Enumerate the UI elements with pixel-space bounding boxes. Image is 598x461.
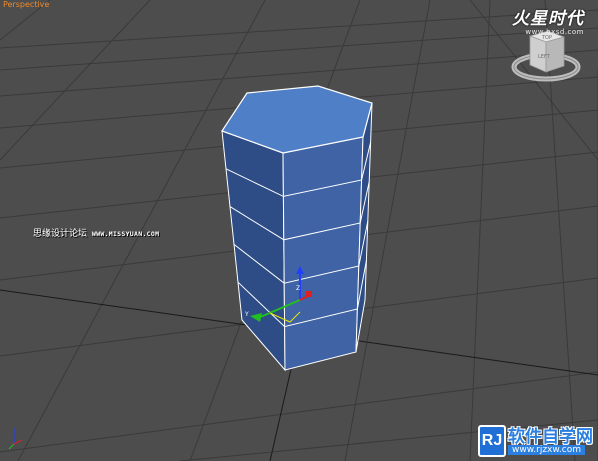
watermark-rjzxw-url: www.rjzxw.com [508, 445, 585, 455]
hexagonal-prism-object[interactable] [221, 85, 373, 372]
grid-line [469, 0, 491, 461]
viewcube[interactable]: TOPLEFT [511, 30, 581, 82]
watermark-hxsd-brand: 火星时代 [512, 9, 584, 29]
watermark-hxsd: 火星时代 www.hxsd.com [512, 4, 584, 36]
watermark-rjzxw: RJ 软件自学网 www.rjzxw.com [478, 422, 596, 458]
gizmo-z-label: Z [296, 285, 300, 292]
watermark-missyuan: 思缘设计论坛 WWW.MISSYUAN.COM [33, 226, 159, 239]
gizmo-y-label: Y [244, 311, 249, 318]
watermark-missyuan-text: 思缘设计论坛 [33, 229, 88, 239]
watermark-missyuan-url: WWW.MISSYUAN.COM [91, 230, 160, 238]
gizmo-x-handle [306, 291, 312, 297]
prism-face-front [282, 136, 364, 371]
tripod-x [13, 439, 23, 445]
grid-line [0, 9, 598, 49]
watermark-hxsd-url: www.hxsd.com [525, 28, 584, 36]
watermark-rjzxw-name: 软件自学网 [508, 427, 593, 447]
prism-face-left [221, 130, 286, 372]
watermark-rjzxw-logo: RJ [478, 425, 506, 457]
world-axis-tripod-icon [8, 428, 23, 450]
tripod-y [8, 443, 15, 450]
perspective-viewport[interactable]: Y Z TOP LEFT Perspective 火星时代 www.hxsd.com… [0, 0, 598, 461]
viewcube-left-label: LEFT [538, 54, 551, 60]
viewport-label[interactable]: Perspective [3, 0, 49, 9]
grid-line [0, 0, 151, 161]
